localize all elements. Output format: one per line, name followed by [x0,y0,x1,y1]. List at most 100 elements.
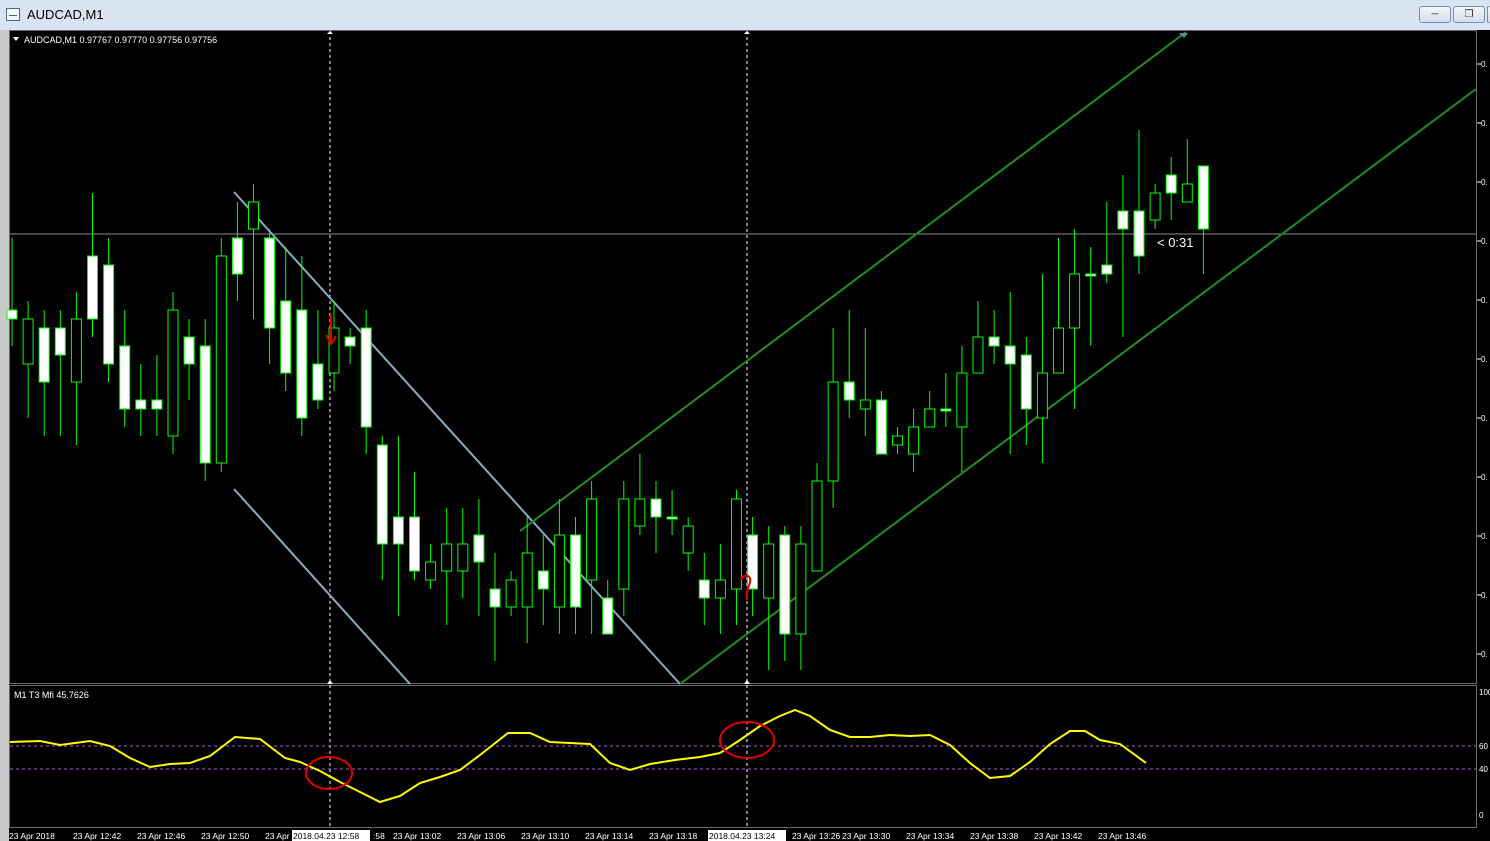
time-axis-labels: 23 Apr 2018 23 Apr 12:42 23 Apr 12:46 23 Ap… [9,830,1146,841]
candle-body [940,408,952,412]
candle-body [956,372,968,428]
price-tick-label: 0. [1481,60,1488,69]
price-tick-label: 0. [1481,119,1488,128]
candle-body [618,498,630,590]
candle-body [441,543,453,572]
price-tick-label: 0. [1481,237,1488,246]
price-tick-label: 0. [1481,355,1488,364]
marker-handle-icon[interactable] [327,31,333,34]
candle-body [1036,372,1048,419]
candle-body [521,552,533,608]
candle-body [714,579,726,599]
symbol-info-line: AUDCAD,M1 0.97767 0.97770 0.97756 0.9775… [24,35,217,45]
candle-body [811,480,823,572]
time-label: 2018.04.23 12:58 [293,831,359,841]
candle-body [988,336,1000,347]
candlestick-series [6,130,1209,670]
marker-handle-icon[interactable] [327,680,333,684]
up-channel-upper-line[interactable] [519,31,1187,532]
candle-body [199,345,211,464]
time-label: 23 Apr 13:14 [585,831,633,841]
level-label-40: 40 [1479,765,1488,774]
candle-body [586,498,598,581]
candle-body [457,543,469,572]
candle-body [248,201,259,230]
level-label-60: 60 [1479,742,1488,751]
candle-body [1133,210,1145,257]
time-label: 23 Apr 13:26 [792,831,840,841]
candle-body [1020,354,1032,410]
candle-body [425,561,437,581]
level-label-100: 100 [1479,688,1490,697]
time-label: 23 Apr 13:10 [521,831,569,841]
candle-body [264,237,276,329]
marker-handle-icon[interactable] [744,680,750,684]
candle-body [151,399,163,410]
candle-body [344,336,356,347]
price-tick-label: 0. [1481,414,1488,423]
candle-body [312,363,324,401]
candle-body [505,579,517,608]
time-label: 23 Apr 13:02 [393,831,441,841]
candle-body [1053,327,1064,374]
candle-body [698,579,710,599]
candle-body [215,255,227,464]
candle-body [1085,273,1097,277]
indicator-label: M1 T3 Mfi 45.7626 [14,690,89,700]
candle-body [972,336,984,374]
candle-body [537,570,549,590]
candle-body [666,516,678,520]
candle-body [1181,183,1193,203]
candle-body [473,534,485,563]
time-label: 23 Apr 13:42 [1034,831,1082,841]
candle-body [843,381,855,401]
candle-body [70,318,82,383]
price-tick-label: 0. [1481,296,1488,305]
candle-body [763,543,775,599]
candle-body [87,255,98,320]
time-label: 2018.04.23 13:24 [709,831,775,841]
candle-body [6,309,18,320]
candle-body [119,345,131,410]
time-label: 23 Apr 12:50 [201,831,249,841]
price-tick-label: 0. [1481,650,1488,659]
bar-countdown-label: < 0:31 [1157,235,1194,250]
candle-body [1117,210,1129,230]
candle-body [1069,273,1081,329]
candle-body [924,408,936,428]
candle-body [650,498,662,518]
candle-body [183,336,195,365]
time-label: 23 Apr 13:38 [970,831,1018,841]
symbol-dropdown-icon[interactable] [13,37,19,41]
chart-canvas[interactable]: AUDCAD,M1 0.97767 0.97770 0.97756 0.9775… [0,0,1490,841]
candle-body [602,597,614,635]
marker-handle-icon[interactable] [744,31,750,34]
price-scale-labels: 0. 0. 0. 0. 0. 0. 0. 0. 0. 0. 0. [1477,60,1488,659]
time-label: 23 Apr 13:34 [906,831,954,841]
candle-body [553,534,565,608]
time-label: 23 Apr 13:30 [842,831,890,841]
time-label: 23 Apr 2018 [9,831,55,841]
price-tick-label: 0. [1481,532,1488,541]
candle-body [1197,165,1209,230]
price-tick-label: 0. [1481,591,1488,600]
candle-body [22,318,34,365]
price-tick-label: 0. [1481,473,1488,482]
candle-body [360,327,372,428]
time-label: 23 Apr 12:42 [73,831,121,841]
candle-body [1004,345,1016,365]
circle-annotation-1 [305,756,353,790]
candle-body [280,300,292,374]
time-label: 23 Apr [265,831,290,841]
candle-body [634,498,646,527]
candle-body [135,399,147,410]
candle-body [682,525,694,554]
candle-body [54,327,66,356]
candle-body [1165,174,1177,194]
candle-body [489,588,501,608]
time-label: :58 [373,831,385,841]
candle-body [1101,264,1113,275]
level-label-0: 0 [1479,811,1484,820]
candle-body [875,399,887,455]
candle-body [747,534,759,590]
